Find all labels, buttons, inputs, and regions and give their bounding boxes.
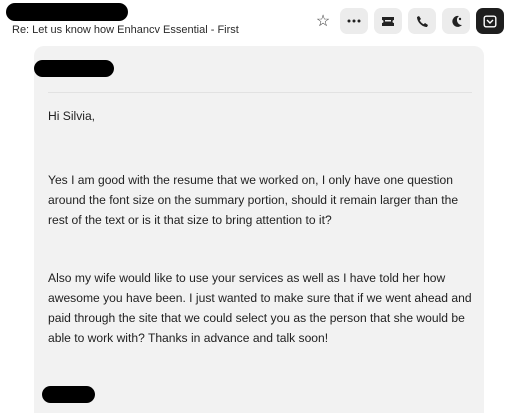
redacted-header-name <box>6 3 128 21</box>
phone-icon[interactable] <box>408 8 436 34</box>
more-icon[interactable] <box>340 8 368 34</box>
divider <box>48 92 472 93</box>
ticket-icon[interactable] <box>374 8 402 34</box>
inbox-icon[interactable] <box>476 8 504 34</box>
toolbar: ☆ <box>312 8 504 34</box>
email-subject: Re: Let us know how Enhancv Essential - … <box>12 24 239 36</box>
redacted-signature <box>42 386 95 403</box>
moon-icon[interactable] <box>442 8 470 34</box>
email-paragraph: Also my wife would like to use your serv… <box>48 271 472 345</box>
redacted-sender-name <box>34 60 114 77</box>
email-paragraph: Yes I am good with the resume that we wo… <box>48 173 459 227</box>
email-greeting: Hi Silvia, <box>48 109 96 123</box>
star-icon[interactable]: ☆ <box>312 8 334 34</box>
